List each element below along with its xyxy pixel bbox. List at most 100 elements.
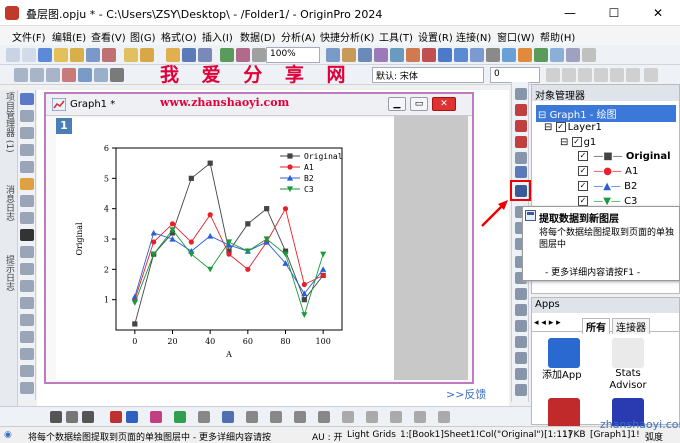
add-top-x-right-y-icon[interactable] bbox=[515, 120, 527, 132]
3d-plot-icon[interactable] bbox=[222, 411, 234, 423]
stats-advisor-icon[interactable] bbox=[612, 338, 644, 368]
add-bottom-x-left-y-icon[interactable] bbox=[515, 104, 527, 116]
menu-file[interactable]: 文件(F) bbox=[12, 29, 46, 44]
tree-g1[interactable]: ⊟ ✓ g1 bbox=[560, 137, 596, 148]
add-app-label[interactable]: 添加App bbox=[542, 370, 582, 382]
feedback-link[interactable]: >>反馈 bbox=[446, 386, 486, 402]
close-window-button[interactable]: ✕ bbox=[636, 0, 680, 26]
app-icon-3[interactable] bbox=[548, 398, 580, 428]
insert-table-icon[interactable] bbox=[20, 382, 34, 394]
grid-icon[interactable] bbox=[515, 320, 527, 332]
rectangle-tool-icon[interactable] bbox=[20, 297, 34, 309]
line-symbol-icon[interactable] bbox=[82, 411, 94, 423]
legend-icon[interactable] bbox=[94, 68, 108, 82]
apps-nav-arrows-icon[interactable]: ◂ ◂ ▸ ▸ bbox=[534, 318, 561, 328]
circle-tool-icon[interactable] bbox=[20, 314, 34, 326]
new-function-icon[interactable] bbox=[102, 48, 116, 62]
status-active-cell[interactable]: 1:[Book1]Sheet1!Col("Original")[1:11] bbox=[400, 430, 571, 440]
tree-a1[interactable]: ✓ —●— A1 bbox=[578, 166, 638, 177]
zoom-in-icon[interactable] bbox=[14, 68, 28, 82]
menu-help[interactable]: 帮助(H) bbox=[540, 29, 575, 44]
smith-chart-icon[interactable] bbox=[438, 411, 450, 423]
maximize-button[interactable]: ☐ bbox=[592, 0, 636, 26]
underline-icon[interactable] bbox=[578, 68, 592, 82]
menu-analysis[interactable]: 分析(A) bbox=[281, 29, 316, 44]
bold-icon[interactable] bbox=[546, 68, 560, 82]
data-selector-icon[interactable] bbox=[20, 195, 34, 207]
italic-icon[interactable] bbox=[562, 68, 576, 82]
stat-plot-icon[interactable] bbox=[270, 411, 282, 423]
new-matrix-icon[interactable] bbox=[54, 48, 68, 62]
annotation-icon[interactable] bbox=[20, 178, 34, 190]
minimize-button[interactable]: — bbox=[548, 0, 592, 26]
pie-plot-icon[interactable] bbox=[150, 411, 162, 423]
gallery-icon[interactable] bbox=[534, 48, 548, 62]
status-angle-unit[interactable]: 弧度 bbox=[645, 430, 663, 443]
insert-graph-icon[interactable] bbox=[20, 365, 34, 377]
anchor-icon[interactable] bbox=[515, 368, 527, 380]
subscript-icon[interactable] bbox=[610, 68, 624, 82]
new-notes-icon[interactable] bbox=[86, 48, 100, 62]
freehand-icon[interactable] bbox=[20, 348, 34, 360]
message-log-tab[interactable]: 消息日志 bbox=[2, 185, 16, 221]
tree-original[interactable]: ✓ —■— Original bbox=[578, 151, 671, 162]
new-graph-icon[interactable] bbox=[38, 48, 52, 62]
add-inset-icon[interactable] bbox=[515, 136, 527, 148]
code-builder-icon[interactable] bbox=[374, 48, 388, 62]
tab-connectors[interactable]: 连接器 bbox=[612, 318, 650, 334]
zoom-out-icon[interactable] bbox=[30, 68, 44, 82]
area-plot-icon[interactable] bbox=[174, 411, 186, 423]
layer-tool-icon[interactable] bbox=[515, 88, 527, 100]
project-explorer-tab[interactable]: 项目管理器 (1) bbox=[2, 92, 16, 153]
contour-plot-icon[interactable] bbox=[246, 411, 258, 423]
status-au[interactable]: AU : 开 bbox=[312, 430, 343, 443]
results-log-icon[interactable] bbox=[358, 48, 372, 62]
axis-scale-icon[interactable] bbox=[515, 336, 527, 348]
specialized-plot-icon[interactable] bbox=[366, 411, 378, 423]
scatter-plot-icon[interactable] bbox=[66, 411, 78, 423]
menu-data[interactable]: 数据(D) bbox=[240, 29, 276, 44]
script-window-icon[interactable] bbox=[406, 48, 420, 62]
command-window-icon[interactable] bbox=[390, 48, 404, 62]
menu-edit[interactable]: 编辑(E) bbox=[52, 29, 86, 44]
new-project-icon[interactable] bbox=[6, 48, 20, 62]
arrow-tool-icon[interactable] bbox=[20, 246, 34, 258]
scale-icon[interactable] bbox=[20, 127, 34, 139]
new-workbook-icon[interactable] bbox=[22, 48, 36, 62]
menu-window[interactable]: 窗口(W) bbox=[497, 29, 535, 44]
menu-insert[interactable]: 插入(I) bbox=[202, 29, 233, 44]
menu-quick-analysis[interactable]: 快捷分析(K) bbox=[320, 29, 374, 44]
vector-plot-icon[interactable] bbox=[390, 411, 402, 423]
line-chart[interactable]: 0 20 40 60 80 100 1 2 3 4 5 6 A Original Original A1 B2 C… bbox=[56, 118, 394, 380]
screen-reader-icon[interactable] bbox=[20, 144, 34, 156]
image-plot-icon[interactable] bbox=[342, 411, 354, 423]
menu-settings[interactable]: 设置(R) bbox=[418, 29, 453, 44]
tree-graph1[interactable]: ⊟ Graph1 - 绘图 bbox=[536, 105, 676, 122]
font-select[interactable]: 默认: 宋体 bbox=[372, 67, 484, 83]
pointer-icon[interactable] bbox=[20, 93, 34, 105]
rescale-icon[interactable] bbox=[46, 68, 60, 82]
font-size-select[interactable]: 0 bbox=[490, 67, 540, 83]
line-plot-icon[interactable] bbox=[50, 411, 62, 423]
font-color-icon[interactable] bbox=[644, 68, 658, 82]
new-layout-icon[interactable] bbox=[70, 48, 84, 62]
tree-b2[interactable]: ✓ —▲— B2 bbox=[578, 181, 637, 192]
graph-minimize-button[interactable]: ▁ bbox=[388, 97, 406, 111]
polygon-tool-icon[interactable] bbox=[20, 331, 34, 343]
add-app-icon[interactable] bbox=[548, 338, 580, 368]
menu-format[interactable]: 格式(O) bbox=[161, 29, 197, 44]
tab-all[interactable]: 所有 bbox=[582, 318, 610, 334]
fit-page-icon[interactable] bbox=[515, 304, 527, 316]
merge-icon[interactable] bbox=[515, 152, 527, 164]
menu-tools[interactable]: 工具(T) bbox=[379, 29, 413, 44]
extract-icon[interactable] bbox=[62, 68, 76, 82]
hint-log-tab[interactable]: 提示日志 bbox=[2, 255, 16, 291]
zoom-pan-icon[interactable] bbox=[20, 110, 34, 122]
greek-icon[interactable] bbox=[626, 68, 640, 82]
graph-restore-button[interactable]: ▭ bbox=[410, 97, 428, 111]
status-theme[interactable]: Light Grids bbox=[347, 430, 396, 440]
line-tool-icon[interactable] bbox=[20, 280, 34, 292]
template-library-icon[interactable] bbox=[318, 411, 330, 423]
tree-layer1[interactable]: ⊟ ✓ Layer1 bbox=[544, 122, 602, 133]
break-icon[interactable] bbox=[515, 352, 527, 364]
